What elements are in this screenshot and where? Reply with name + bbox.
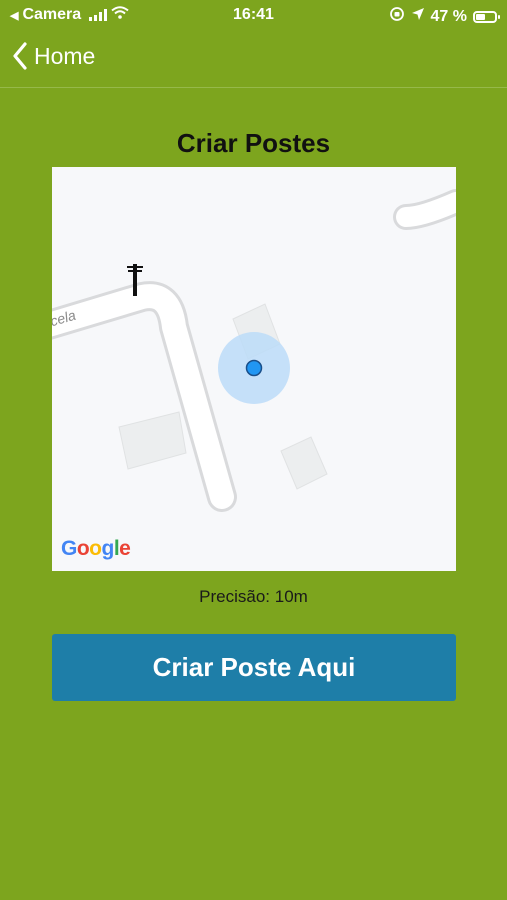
page-title: Criar Postes bbox=[176, 128, 331, 158]
chevron-left-icon bbox=[13, 42, 27, 70]
location-arrow-icon bbox=[411, 7, 425, 26]
create-pole-button[interactable]: Criar Poste Aqui bbox=[52, 634, 456, 701]
orientation-lock-icon bbox=[389, 6, 405, 27]
map-view[interactable]: cela Google bbox=[52, 167, 456, 571]
battery-icon bbox=[473, 10, 500, 23]
back-button-label: Home bbox=[34, 42, 96, 69]
screen: ◀ Camera 16:41 47 % Home Criar Postes ce… bbox=[0, 0, 507, 900]
status-right: 47 % bbox=[389, 6, 500, 27]
status-bar: ◀ Camera 16:41 47 % bbox=[0, 0, 507, 32]
utility-pole-icon[interactable] bbox=[124, 262, 146, 298]
battery-percent: 47 % bbox=[430, 7, 467, 25]
map-canvas bbox=[52, 189, 456, 512]
precision-text: Precisão: 10m bbox=[199, 587, 308, 606]
navigation-bar: Home bbox=[0, 32, 507, 88]
google-logo: Google bbox=[61, 537, 131, 560]
back-button[interactable]: Home bbox=[12, 42, 95, 70]
